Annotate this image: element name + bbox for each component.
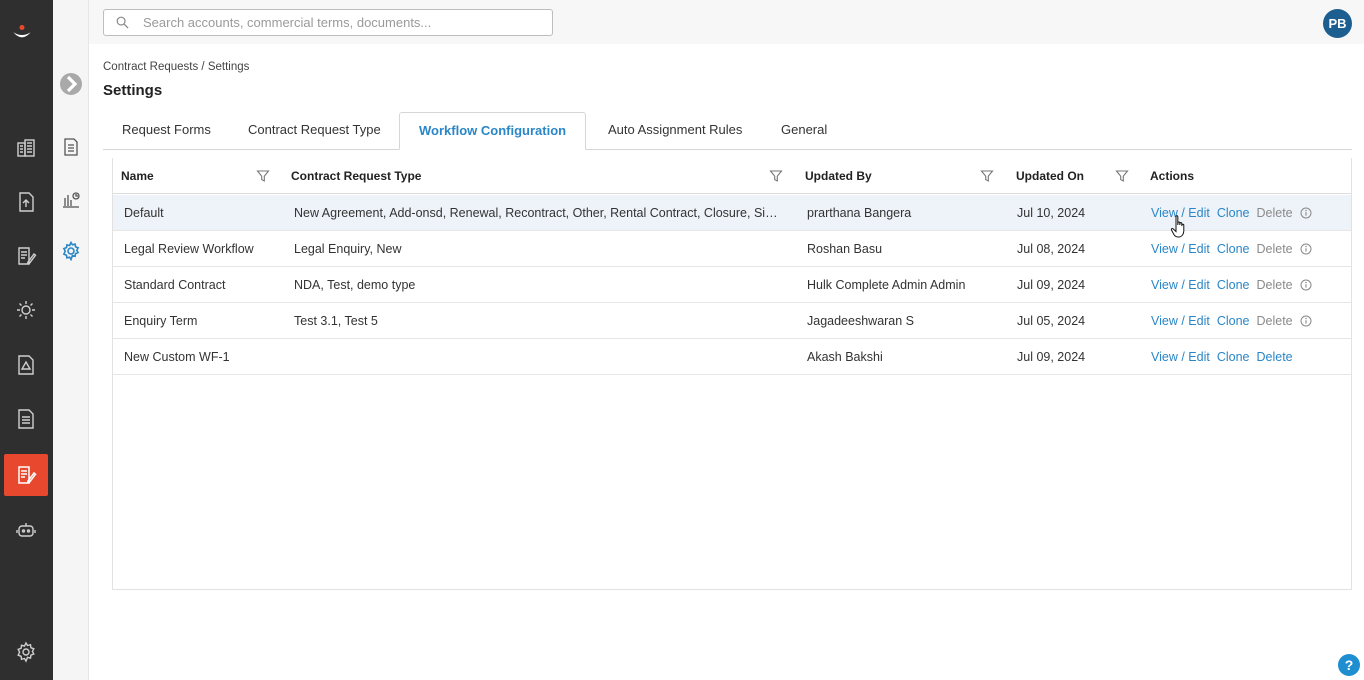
alert-document-icon[interactable] xyxy=(4,344,48,386)
column-header-updated-on[interactable]: Updated On xyxy=(1016,158,1084,194)
info-icon[interactable] xyxy=(1300,279,1312,291)
settings-gear-icon[interactable] xyxy=(4,631,48,673)
page-title: Settings xyxy=(103,82,163,99)
column-header-actions: Actions xyxy=(1150,169,1195,183)
accounts-icon[interactable] xyxy=(4,127,48,169)
info-icon[interactable] xyxy=(1300,315,1312,327)
table-row[interactable]: Legal Review Workflow Legal Enquiry, New… xyxy=(113,231,1351,267)
cell-type: NDA, Test, demo type xyxy=(294,278,416,292)
cell-name: Enquiry Term xyxy=(124,314,198,328)
row-actions: View / Edit Clone Delete xyxy=(1151,267,1312,303)
global-search[interactable] xyxy=(103,9,553,36)
clone-link[interactable]: Clone xyxy=(1217,340,1250,374)
delete-link-disabled[interactable]: Delete xyxy=(1257,268,1293,302)
view-edit-link[interactable]: View / Edit xyxy=(1151,268,1210,302)
edit-document-icon[interactable] xyxy=(4,235,48,277)
cell-type xyxy=(294,339,784,375)
column-header-type[interactable]: Contract Request Type xyxy=(291,158,421,194)
tab-auto-assignment-rules[interactable]: Auto Assignment Rules xyxy=(589,112,761,150)
upload-document-icon[interactable] xyxy=(4,181,48,223)
cell-updated-by: prarthana Bangera xyxy=(807,206,912,220)
help-button[interactable]: ? xyxy=(1338,654,1360,676)
report-document-icon[interactable] xyxy=(4,398,48,440)
hand-cursor-icon xyxy=(1170,215,1185,238)
cell-updated-on: Jul 09, 2024 xyxy=(1017,350,1086,364)
view-edit-link[interactable]: View / Edit xyxy=(1151,304,1210,338)
row-actions: View / Edit Clone Delete xyxy=(1151,339,1300,375)
clone-link[interactable]: Clone xyxy=(1217,232,1250,266)
cell-updated-on: Jul 10, 2024 xyxy=(1017,206,1086,220)
cell-updated-on: Jul 09, 2024 xyxy=(1017,278,1086,292)
delete-link-disabled[interactable]: Delete xyxy=(1257,304,1293,338)
search-icon xyxy=(116,16,129,29)
settings-icon[interactable] xyxy=(59,239,83,263)
requests-list-icon[interactable] xyxy=(59,135,83,159)
cell-updated-on: Jul 05, 2024 xyxy=(1017,314,1086,328)
clone-link[interactable]: Clone xyxy=(1217,196,1250,230)
clone-link[interactable]: Clone xyxy=(1217,268,1250,302)
table-row[interactable]: Default New Agreement, Add-onsd, Renewal… xyxy=(113,195,1351,231)
cell-updated-on: Jul 08, 2024 xyxy=(1017,242,1086,256)
cell-updated-by: Jagadeeshwaran S xyxy=(807,314,915,328)
clone-link[interactable]: Clone xyxy=(1217,304,1250,338)
search-input[interactable] xyxy=(143,15,523,30)
info-icon[interactable] xyxy=(1300,207,1312,219)
table-row[interactable]: New Custom WF-1 Akash Bakshi Jul 09, 202… xyxy=(113,339,1351,375)
table-row[interactable]: Standard Contract NDA, Test, demo type H… xyxy=(113,267,1351,303)
filter-name-icon[interactable] xyxy=(256,169,270,183)
cell-updated-by: Roshan Basu xyxy=(807,242,883,256)
cell-updated-by: Akash Bakshi xyxy=(807,350,883,364)
expand-sidebar-chevron-icon[interactable] xyxy=(60,73,82,95)
tab-workflow-configuration[interactable]: Workflow Configuration xyxy=(399,112,587,150)
table-header: Name Contract Request Type Updated By Up… xyxy=(113,158,1351,194)
cell-type: Legal Enquiry, New xyxy=(294,242,402,256)
column-header-name[interactable]: Name xyxy=(121,158,154,194)
column-header-updated-by[interactable]: Updated By xyxy=(805,158,872,194)
tab-request-forms[interactable]: Request Forms xyxy=(103,112,230,150)
delete-link-disabled[interactable]: Delete xyxy=(1257,196,1293,230)
filter-updated-on-icon[interactable] xyxy=(1115,169,1129,183)
cell-type: Test 3.1, Test 5 xyxy=(294,314,378,328)
delete-link[interactable]: Delete xyxy=(1257,340,1293,374)
cell-updated-by: Hulk Complete Admin Admin xyxy=(807,278,966,292)
analytics-icon[interactable] xyxy=(59,187,83,211)
user-avatar[interactable]: PB xyxy=(1323,9,1352,38)
top-bar: PB xyxy=(89,0,1364,44)
cell-name: Legal Review Workflow xyxy=(124,242,254,256)
delete-link-disabled[interactable]: Delete xyxy=(1257,232,1293,266)
contract-requests-icon[interactable] xyxy=(4,454,48,496)
view-edit-link[interactable]: View / Edit xyxy=(1151,340,1210,374)
bot-icon[interactable] xyxy=(4,509,48,551)
tab-general[interactable]: General xyxy=(762,112,846,150)
cell-name: Default xyxy=(124,206,164,220)
row-actions: View / Edit Clone Delete xyxy=(1151,303,1312,339)
info-icon[interactable] xyxy=(1300,243,1312,255)
cell-name: New Custom WF-1 xyxy=(124,350,230,364)
table-row[interactable]: Enquiry Term Test 3.1, Test 5 Jagadeeshw… xyxy=(113,303,1351,339)
workflow-table: Name Contract Request Type Updated By Up… xyxy=(112,158,1352,590)
app-rail xyxy=(0,0,53,680)
secondary-sidebar xyxy=(53,0,89,680)
breadcrumb: Contract Requests / Settings xyxy=(103,61,250,73)
filter-updated-by-icon[interactable] xyxy=(980,169,994,183)
tab-contract-request-type[interactable]: Contract Request Type xyxy=(229,112,400,150)
settings-tabs: Request Forms Contract Request Type Work… xyxy=(103,112,1352,150)
cell-name: Standard Contract xyxy=(124,278,226,292)
network-gear-icon[interactable] xyxy=(4,289,48,331)
brand-logo-icon[interactable] xyxy=(11,22,39,46)
cell-type: New Agreement, Add-onsd, Renewal, Recont… xyxy=(294,206,784,220)
filter-type-icon[interactable] xyxy=(769,169,783,183)
